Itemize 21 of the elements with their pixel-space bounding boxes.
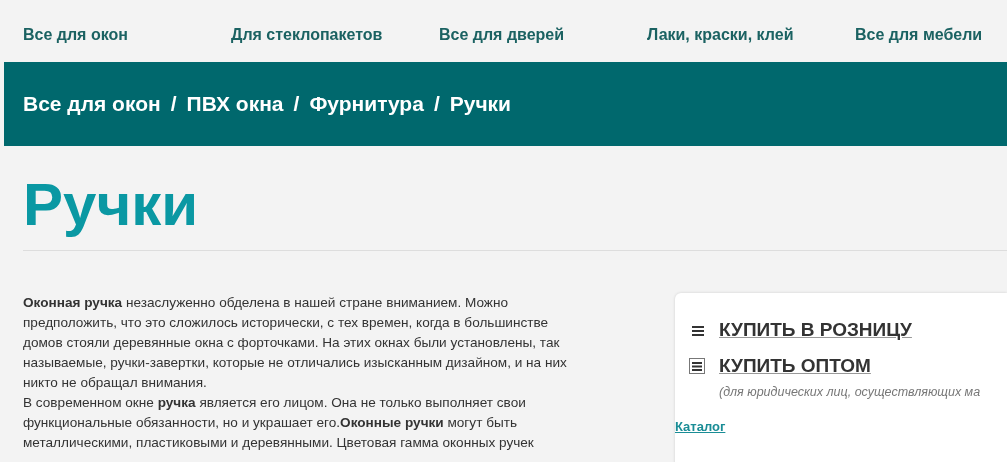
- buy-link[interactable]: КУПИТЬ В РОЗНИЦУ: [719, 319, 912, 341]
- list-icon: [689, 358, 705, 374]
- breadcrumb-separator: /: [293, 92, 300, 116]
- nav-link[interactable]: Лаки, краски, клей: [647, 26, 855, 44]
- buy-note: (для юридических лиц, осуществляющих ма: [719, 385, 982, 399]
- nav-link[interactable]: Все для окон: [23, 26, 231, 44]
- paragraph: В современном окне ручка является его лицом. Она не только выполняет свои функциональные обязанности, но и украшает его.Оконные ручки могут быть металлическими, пластиковыми и деревянными. Цветовая гамма оконных ручек: [23, 394, 535, 452]
- breadcrumb-separator: /: [433, 92, 440, 116]
- breadcrumb-link[interactable]: ПВХ окна: [186, 92, 284, 116]
- buy-link[interactable]: КУПИТЬ ОПТОМ: [719, 355, 871, 377]
- menu-icon: [691, 323, 705, 337]
- breadcrumb-link[interactable]: Все для окон: [23, 92, 161, 116]
- breadcrumb-link[interactable]: Ручки: [449, 92, 512, 116]
- page-title: Ручки: [23, 172, 199, 238]
- breadcrumb-separator: /: [170, 92, 177, 116]
- nav-link[interactable]: Все для мебели: [855, 26, 1007, 44]
- nav-link[interactable]: Все для дверей: [439, 26, 647, 44]
- paragraph: Оконная ручка незаслуженно обделена в нашей стране вниманием. Можно предположить, что это сложилось исторически, с тех времен, когда в большинстве домов стояли деревянные окна с форточками. На этих окнах были установлены, так называемые, ручки-завертки, которые не отличались изысканным дизайном, и на них никто не обращал внимания.: [23, 294, 568, 392]
- catalog-link[interactable]: Каталог: [675, 419, 726, 434]
- breadcrumb-link[interactable]: Фурнитура: [309, 92, 424, 116]
- nav-link[interactable]: Для стеклопакетов: [231, 26, 439, 44]
